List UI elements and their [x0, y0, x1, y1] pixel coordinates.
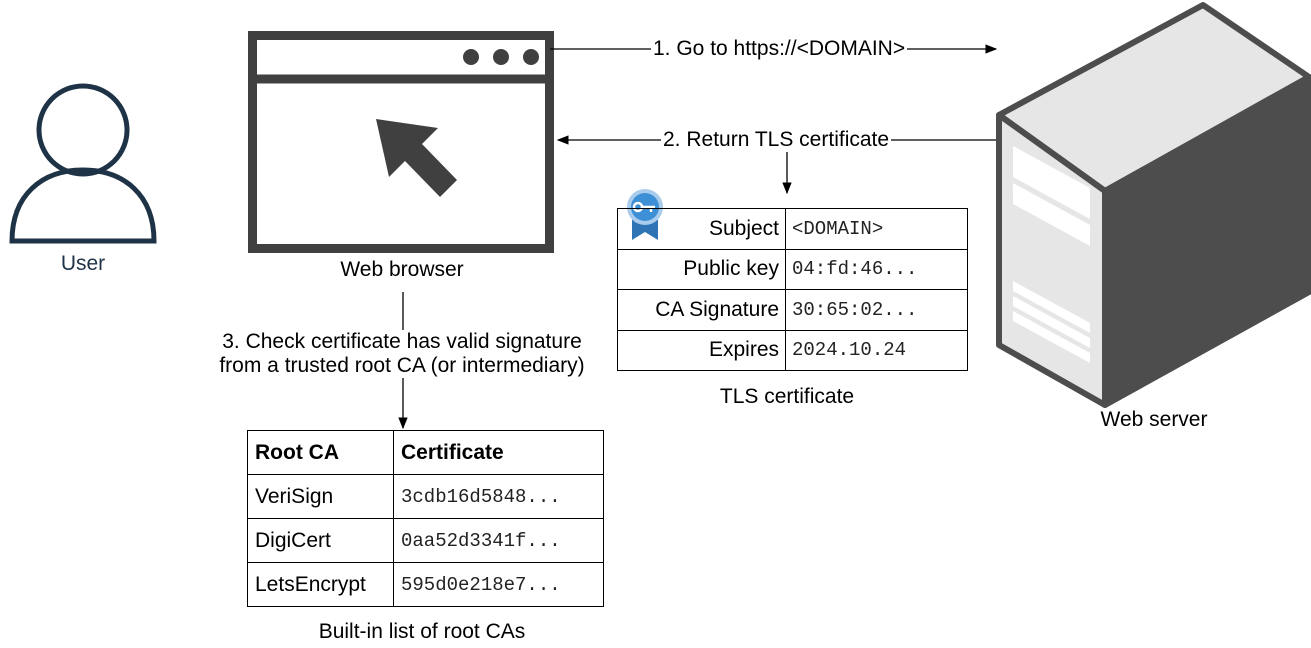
table-row: Subject <DOMAIN> [617, 208, 968, 250]
root-ca-table: Root CA Certificate VeriSign 3cdb16d5848… [247, 430, 604, 607]
cert-key: CA Signature [617, 289, 786, 331]
cert-value: 2024.10.24 [785, 329, 968, 371]
table-row: Public key 04:fd:46... [617, 248, 968, 290]
step3-line1: 3. Check certificate has valid signature [222, 330, 582, 353]
step3-line2: from a trusted root CA (or intermediary) [219, 354, 585, 377]
root-ca-name: VeriSign [247, 474, 394, 519]
browser-label: Web browser [340, 258, 464, 281]
column-header: Certificate [393, 430, 604, 475]
server-icon [996, 2, 1311, 408]
table-row: Expires 2024.10.24 [617, 329, 968, 371]
cert-key: Expires [617, 329, 786, 371]
cert-value: <DOMAIN> [785, 208, 968, 250]
table-row: LetsEncrypt 595d0e218e7... [247, 562, 604, 607]
root-ca-cert: 3cdb16d5848... [393, 474, 604, 519]
browser-window-icon [248, 31, 554, 253]
root-ca-name: DigiCert [247, 518, 394, 563]
table-row: VeriSign 3cdb16d5848... [247, 474, 604, 519]
cert-key: Subject [617, 208, 786, 250]
cert-value: 30:65:02... [785, 289, 968, 331]
cert-key: Public key [617, 248, 786, 290]
column-header: Root CA [247, 430, 394, 475]
table-header-row: Root CA Certificate [247, 430, 604, 475]
user-icon [9, 83, 157, 244]
step2-label: 2. Return TLS certificate [661, 128, 892, 152]
tls-certificate-table: Subject <DOMAIN> Public key 04:fd:46... … [617, 208, 968, 371]
user-label: User [60, 252, 106, 275]
server-label: Web server [1100, 408, 1208, 431]
root-ca-caption: Built-in list of root CAs [318, 620, 526, 643]
table-row: DigiCert 0aa52d3341f... [247, 518, 604, 563]
root-ca-name: LetsEncrypt [247, 562, 394, 607]
tls-certificate-caption: TLS certificate [719, 385, 855, 408]
table-row: CA Signature 30:65:02... [617, 289, 968, 331]
root-ca-cert: 595d0e218e7... [393, 562, 604, 607]
step1-label: 1. Go to https://<DOMAIN> [651, 37, 908, 61]
cursor-arrow-icon [376, 119, 457, 197]
root-ca-cert: 0aa52d3341f... [393, 518, 604, 563]
step3-label: 3. Check certificate has valid signature… [200, 330, 604, 378]
cert-value: 04:fd:46... [785, 248, 968, 290]
